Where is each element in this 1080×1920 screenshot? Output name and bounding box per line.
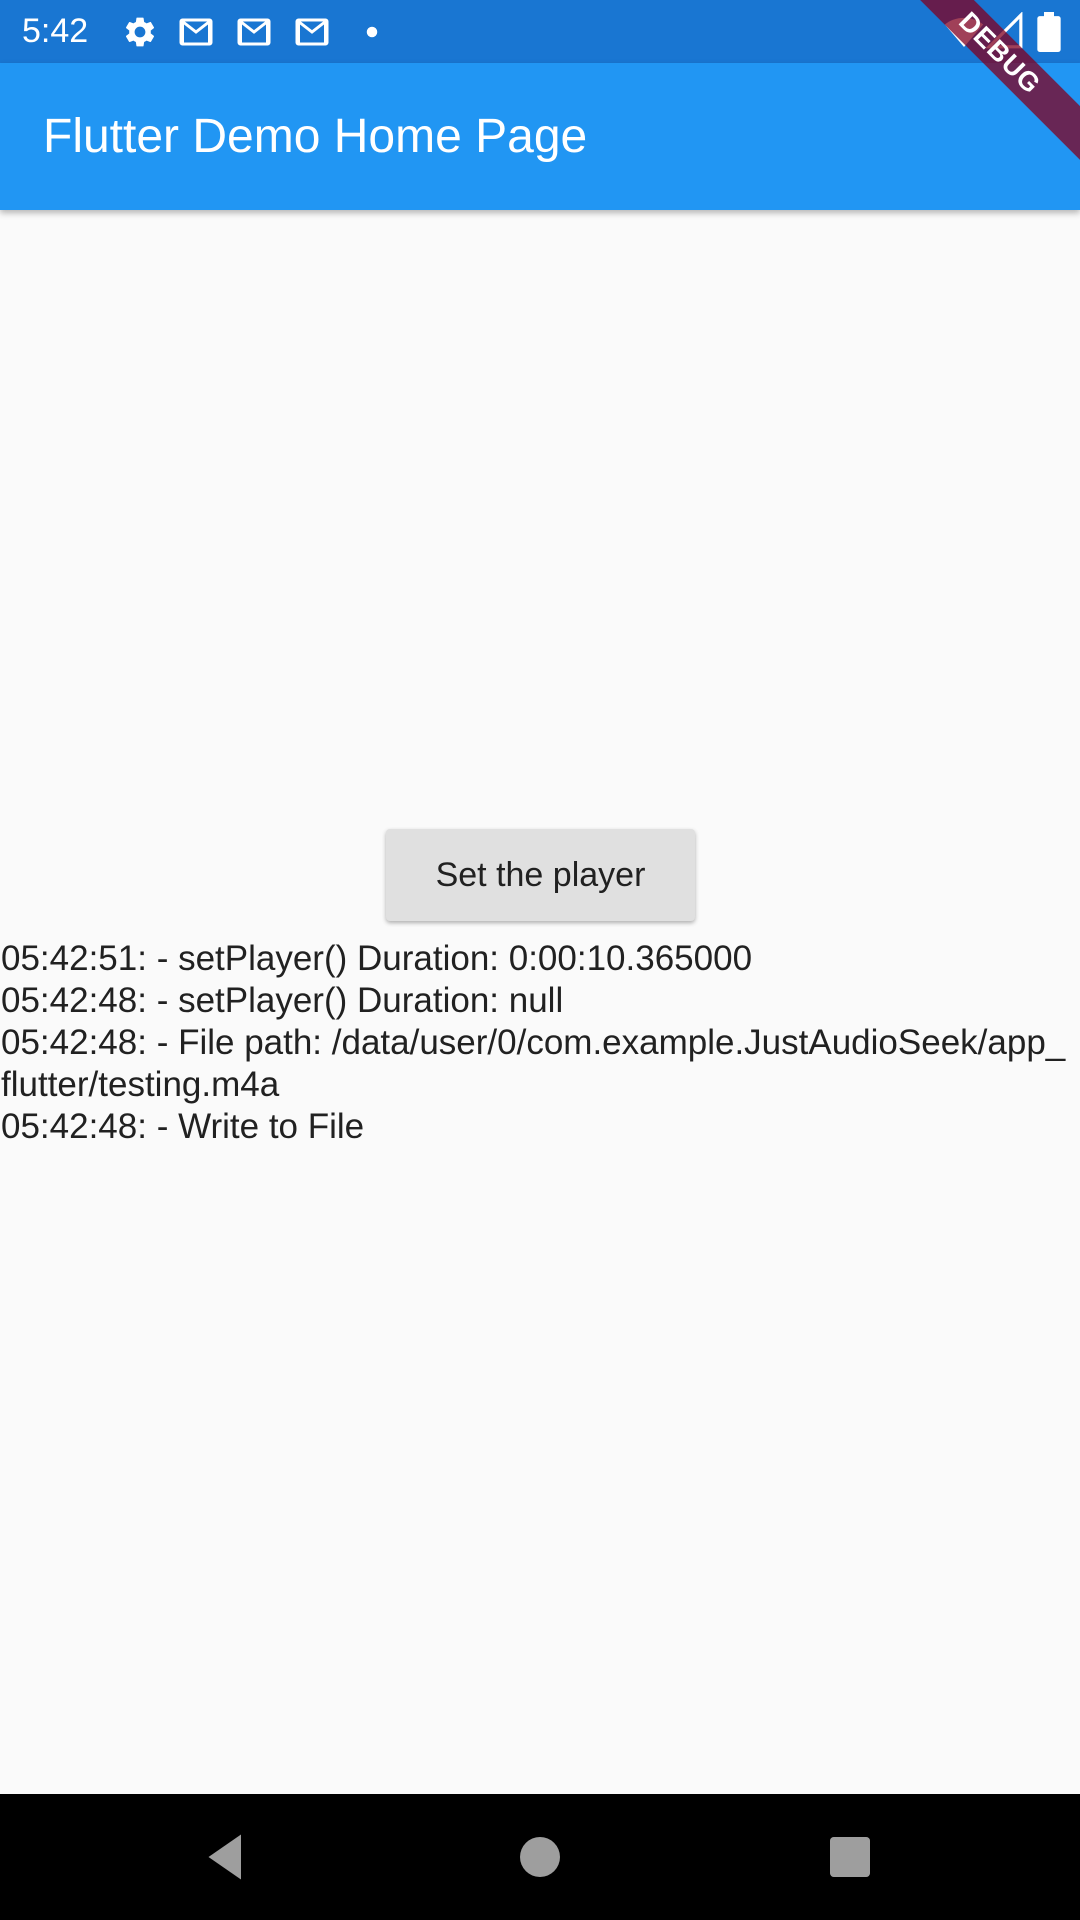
gmail-icon <box>294 14 330 50</box>
set-player-button[interactable]: Set the player <box>386 829 695 921</box>
log-line: 05:42:48: - File path: /data/user/0/com.… <box>1 1023 1066 1104</box>
app-bar: Flutter Demo Home Page <box>0 63 1080 210</box>
recents-icon[interactable] <box>820 1827 880 1887</box>
battery-icon <box>1036 12 1062 52</box>
main-content: Set the player 05:42:51: - setPlayer() D… <box>0 210 1080 1794</box>
log-list: 05:42:51: - setPlayer() Duration: 0:00:1… <box>1 938 1071 1148</box>
log-line: 05:42:51: - setPlayer() Duration: 0:00:1… <box>1 939 753 978</box>
back-icon[interactable] <box>196 1827 256 1887</box>
navigation-bar <box>0 1794 1080 1920</box>
status-time: 5:42 <box>22 12 89 50</box>
screen: 5:42 DEBUG Flutter Demo Home Page Set th… <box>0 0 1080 1920</box>
settings-icon <box>122 14 158 50</box>
status-bar: 5:42 <box>0 0 1080 63</box>
home-icon[interactable] <box>510 1827 570 1887</box>
log-line: 05:42:48: - setPlayer() Duration: null <box>1 981 564 1020</box>
page-title: Flutter Demo Home Page <box>43 110 588 163</box>
notification-dot-icon <box>354 14 390 50</box>
gmail-icon <box>178 14 214 50</box>
gmail-icon <box>236 14 272 50</box>
log-line: 05:42:48: - Write to File <box>1 1107 365 1146</box>
